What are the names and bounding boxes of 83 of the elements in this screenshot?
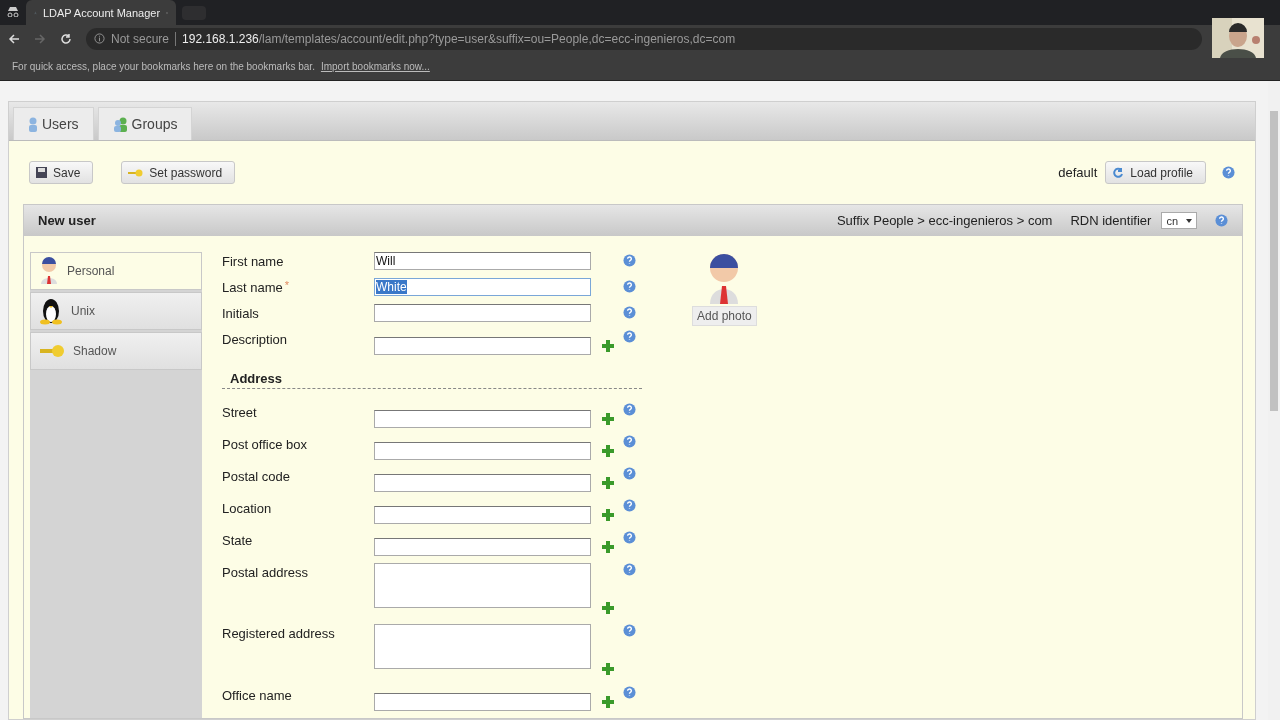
- field-label: Last name: [222, 279, 283, 295]
- floppy-icon: [36, 167, 47, 178]
- field-label: Initials: [222, 305, 259, 321]
- help-icon[interactable]: [623, 530, 636, 544]
- text-area[interactable]: [374, 562, 591, 608]
- field-label: State: [222, 532, 253, 548]
- plus-icon[interactable]: [601, 412, 615, 427]
- module-tab[interactable]: Unix: [30, 292, 202, 330]
- plus-icon[interactable]: [601, 476, 615, 491]
- scrollbar-thumb[interactable]: [1270, 111, 1278, 411]
- text-area[interactable]: [374, 624, 591, 670]
- field-label: Postal address: [222, 564, 308, 580]
- module-tab[interactable]: Shadow: [30, 332, 202, 370]
- help-icon[interactable]: [623, 467, 636, 481]
- required-mark: *: [284, 279, 289, 291]
- text-field[interactable]: [374, 336, 591, 355]
- text-field[interactable]: White: [374, 277, 591, 296]
- help-icon[interactable]: [1222, 166, 1235, 179]
- key-icon: [39, 344, 65, 358]
- field-label: Location: [222, 501, 272, 516]
- text-field[interactable]: Will: [374, 252, 591, 270]
- rdn-label: RDN identifier: [1070, 213, 1152, 228]
- panel-title: New user: [38, 213, 97, 228]
- help-icon[interactable]: [623, 499, 636, 512]
- group-icon: [112, 116, 128, 132]
- plus-icon[interactable]: [601, 600, 615, 615]
- profile-name: default: [1058, 165, 1098, 180]
- help-icon[interactable]: [623, 624, 636, 638]
- plus-icon[interactable]: [601, 662, 615, 677]
- help-icon[interactable]: [623, 686, 636, 700]
- text-field[interactable]: [374, 303, 591, 322]
- bookmarks-hint: For quick access, place your bookmarks here on the bookmarks bar.: [12, 60, 315, 72]
- field-label: Street: [222, 405, 257, 421]
- plus-icon[interactable]: [601, 695, 615, 710]
- field-label: Office name: [222, 688, 292, 704]
- help-icon[interactable]: [623, 279, 636, 293]
- person-icon: [39, 257, 59, 285]
- field-label: Description: [222, 331, 288, 347]
- plus-icon[interactable]: [601, 539, 615, 554]
- text-field[interactable]: [374, 537, 591, 556]
- save-button[interactable]: Save: [29, 161, 94, 184]
- plus-icon[interactable]: [601, 338, 615, 353]
- plus-icon[interactable]: [601, 444, 615, 459]
- module-tab[interactable]: Personal: [30, 252, 202, 290]
- text-field[interactable]: [374, 693, 591, 712]
- key-icon: [128, 168, 144, 177]
- text-field[interactable]: [374, 442, 591, 461]
- set-password-button[interactable]: Set password: [121, 161, 236, 184]
- help-icon[interactable]: [623, 562, 636, 576]
- field-label: First name: [222, 254, 284, 269]
- field-label: Registered address: [222, 626, 335, 642]
- import-bookmarks-link[interactable]: Import bookmarks now...: [320, 60, 430, 72]
- help-icon[interactable]: [623, 329, 636, 343]
- nav-tab[interactable]: Groups: [97, 107, 193, 140]
- browser-tab[interactable]: LDAP Account Manager: [26, 0, 176, 25]
- back-icon[interactable]: [8, 32, 20, 45]
- penguin-icon: [39, 297, 63, 325]
- text-field[interactable]: [374, 474, 591, 493]
- info-icon: [94, 33, 105, 44]
- incognito-icon: [6, 7, 20, 17]
- help-icon[interactable]: [1215, 214, 1228, 227]
- rdn-select[interactable]: cn: [1161, 212, 1197, 229]
- text-field[interactable]: [374, 506, 591, 524]
- field-label: Postal code: [222, 469, 290, 485]
- text-field[interactable]: [374, 410, 591, 429]
- help-icon[interactable]: [623, 403, 636, 417]
- load-profile-button[interactable]: Load profile: [1105, 161, 1206, 184]
- caret-icon: [1186, 218, 1192, 223]
- help-icon[interactable]: [623, 305, 636, 319]
- help-icon[interactable]: [623, 435, 636, 449]
- forward-icon[interactable]: [34, 32, 46, 45]
- suffix-value: People > ecc-ingenieros > com: [873, 213, 1053, 228]
- section-heading: Address: [229, 371, 284, 389]
- add-photo-button[interactable]: Add photo: [692, 306, 757, 326]
- field-label: Post office box: [222, 437, 308, 453]
- nav-tab[interactable]: Users: [13, 107, 94, 140]
- plus-icon[interactable]: [601, 508, 615, 522]
- suffix-label: Suffix: [836, 213, 870, 228]
- refresh-icon: [1112, 166, 1125, 179]
- help-icon[interactable]: [623, 254, 636, 267]
- reload-icon[interactable]: [60, 32, 72, 45]
- user-icon: [28, 116, 38, 132]
- address-field[interactable]: Not secure 192.168.1.236/lam/templates/account/edit.php?type=user&suffix=ou=People,dc=ecc-ingenieros,dc=com: [86, 27, 1202, 50]
